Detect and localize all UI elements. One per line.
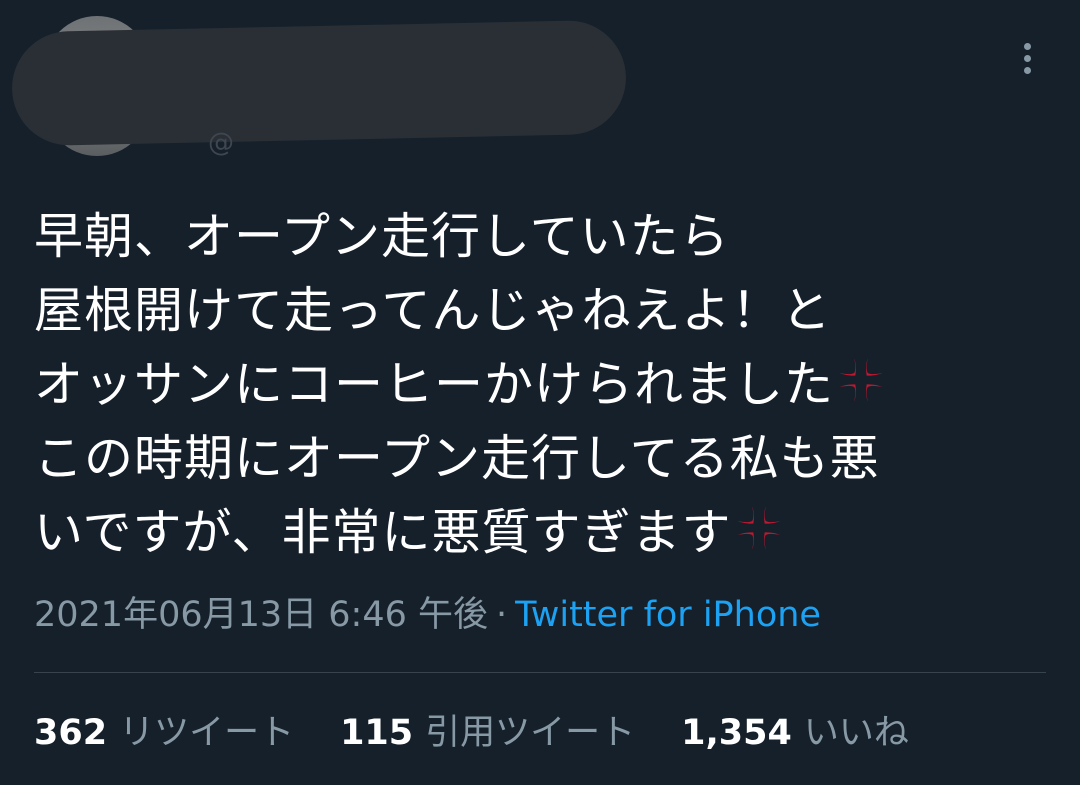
likes-stat[interactable]: 1,354 いいね [681, 708, 909, 758]
quotes-label: 引用ツイート [425, 713, 636, 753]
retweets-stat[interactable]: 362 リツイート [34, 708, 294, 758]
tweet-metadata: 2021年06月13日 6:46 午後 · Twitter for iPhone [34, 590, 821, 640]
more-vertical-icon-dot [1023, 66, 1031, 74]
tweet-line: 屋根開けて走ってんじゃねえよ！と [34, 282, 832, 339]
tweet-text: 早朝、オープン走行していたら 屋根開けて走ってんじゃねえよ！と オッサンにコーヒ… [34, 200, 1044, 570]
likes-count: 1,354 [681, 713, 792, 753]
more-vertical-icon [1023, 42, 1031, 50]
tweet-line: この時期にオープン走行してる私も悪 [34, 430, 880, 487]
divider [34, 672, 1046, 673]
more-options-button[interactable] [1010, 38, 1044, 78]
tweet-line: いですが、非常に悪質すぎます [34, 496, 1044, 570]
more-vertical-icon-dot [1023, 54, 1031, 62]
tweet-line: オッサンにコーヒーかけられました [34, 348, 1044, 422]
likes-label: いいね [803, 713, 909, 753]
quotes-count: 115 [340, 713, 414, 753]
tweet-stats: 362 リツイート 115 引用ツイート 1,354 いいね [34, 708, 955, 758]
quotes-stat[interactable]: 115 引用ツイート [340, 708, 635, 758]
anger-symbol-icon [737, 506, 781, 550]
redacted-name-overlay [10, 19, 628, 147]
meta-separator: · [496, 595, 508, 635]
retweets-count: 362 [34, 713, 108, 753]
retweets-label: リツイート [119, 713, 295, 753]
user-handle[interactable]: @ [208, 128, 234, 158]
tweet-source-link[interactable]: Twitter for iPhone [515, 595, 821, 635]
anger-symbol-icon [839, 358, 883, 402]
tweet-timestamp[interactable]: 2021年06月13日 6:46 午後 [34, 595, 488, 635]
tweet-line: 早朝、オープン走行していたら [34, 208, 730, 265]
